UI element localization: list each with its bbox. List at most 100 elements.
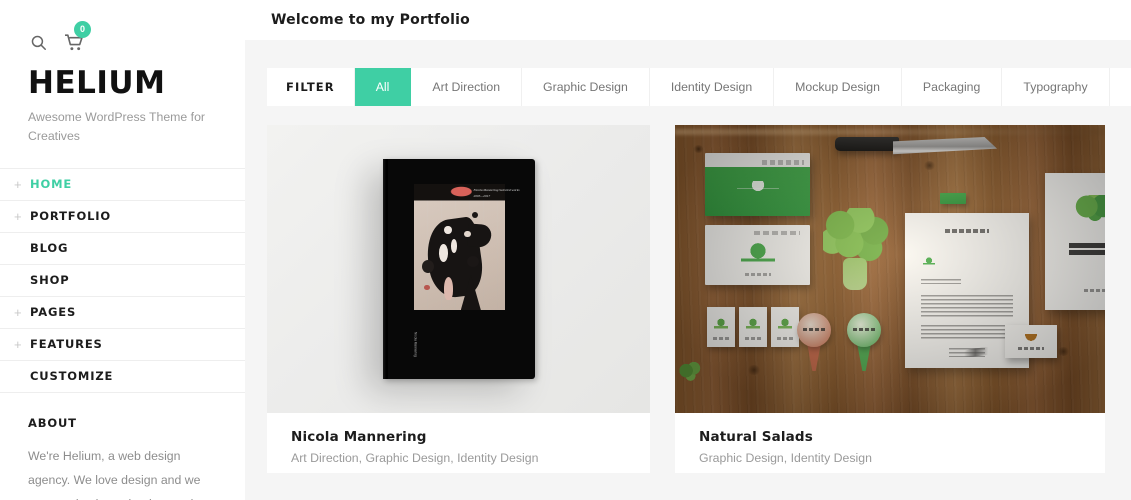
plus-icon: + (14, 306, 30, 319)
envelope-wordmark (745, 273, 771, 276)
wood-knot (1057, 347, 1070, 356)
sidebar-item-portfolio[interactable]: + PORTFOLIO (0, 201, 245, 233)
card-text (745, 337, 761, 340)
search-icon[interactable] (28, 32, 48, 52)
letterhead-signature (961, 346, 998, 358)
app-root: 0 HELIUM Awesome WordPress Theme for Cre… (0, 0, 1131, 500)
filter-tab-art-direction[interactable]: Art Direction (411, 68, 522, 106)
portfolio-card-body: Nicola Mannering Art Direction, Graphic … (267, 413, 650, 465)
filter-tab-mockup-design[interactable]: Mockup Design (774, 68, 902, 106)
tag-label (803, 328, 825, 331)
filter-tab-graphic-design[interactable]: Graphic Design (522, 68, 650, 106)
site-tagline: Awesome WordPress Theme for Creatives (28, 108, 208, 146)
about-body: We're Helium, a web design agency. We lo… (28, 445, 217, 500)
portfolio-title[interactable]: Nicola Mannering (291, 429, 626, 445)
illustration-blob (439, 244, 448, 262)
brand-poster (1045, 173, 1105, 310)
sidebar-item-features[interactable]: + FEATURES (0, 329, 245, 361)
box-top-text (762, 160, 804, 165)
portfolio-card[interactable]: Natural Salads Graphic Design, Identity … (675, 125, 1105, 473)
card-logo (778, 318, 792, 331)
small-product-box (1005, 325, 1057, 358)
sidebar-item-label: BLOG (30, 241, 68, 255)
book-cover-title-text: Nicola Mannering Selected works 2005—201… (474, 187, 526, 200)
main-content: Welcome to my Portfolio FILTER All Art D… (245, 0, 1131, 500)
letterhead-document (905, 213, 1029, 368)
wood-knot (923, 161, 936, 170)
broccoli-stalk (843, 258, 867, 290)
tag-stem (857, 343, 871, 371)
broccoli-sprig (677, 361, 703, 385)
letterhead-logo (923, 257, 935, 267)
business-card (707, 307, 735, 347)
site-logo[interactable]: HELIUM (28, 67, 217, 100)
book-cover-artwork: Nicola Mannering Selected works 2005—201… (267, 125, 650, 413)
box-logo (737, 181, 779, 195)
portfolio-categories: Graphic Design, Identity Design (699, 451, 1081, 465)
sidebar-item-label: PORTFOLIO (30, 209, 111, 223)
wood-knot (693, 145, 704, 153)
illustration-dot (472, 212, 478, 218)
small-box-text (1018, 347, 1044, 350)
poster-broccoli-logo (1072, 195, 1105, 231)
filter-tab-identity-design[interactable]: Identity Design (650, 68, 774, 106)
letterhead-line (921, 279, 961, 284)
sidebar-item-shop[interactable]: + SHOP (0, 265, 245, 297)
book-cover-footer-text: Nicola Mannering (413, 332, 419, 357)
poster-tagline (1084, 289, 1105, 292)
broccoli-crown (823, 208, 889, 265)
portfolio-title[interactable]: Natural Salads (699, 429, 1081, 445)
plus-icon: + (14, 178, 30, 191)
portfolio-filter-bar: FILTER All Art Direction Graphic Design … (267, 68, 1131, 106)
letterhead-wordmark (945, 229, 989, 233)
filter-tab-all[interactable]: All (355, 68, 412, 106)
portfolio-card[interactable]: Nicola Mannering Selected works 2005—201… (267, 125, 650, 473)
knife-blade (893, 137, 997, 157)
envelope (705, 225, 810, 285)
sidebar-item-blog[interactable]: + BLOG (0, 233, 245, 265)
sidebar-item-label: FEATURES (30, 337, 103, 351)
page-title: Welcome to my Portfolio (271, 12, 470, 28)
card-logo (746, 318, 760, 331)
green-label-strip (940, 193, 966, 204)
small-box-logo (1024, 334, 1038, 342)
business-card (771, 307, 799, 347)
about-widget: ABOUT We're Helium, a web design agency.… (0, 393, 245, 500)
round-hang-tag-green (847, 313, 881, 371)
sidebar-item-customize[interactable]: + CUSTOMIZE (0, 361, 245, 393)
portfolio-thumbnail[interactable]: Nicola Mannering Selected works 2005—201… (267, 125, 650, 413)
business-card (739, 307, 767, 347)
plus-icon: + (14, 210, 30, 223)
letterhead-paragraph (921, 295, 1013, 317)
letterhead-paragraph (921, 325, 1013, 340)
sidebar-item-pages[interactable]: + PAGES (0, 297, 245, 329)
portfolio-card-body: Natural Salads Graphic Design, Identity … (675, 413, 1105, 465)
letterhead-footer (949, 348, 985, 357)
tag-circle (847, 313, 881, 347)
card-text (777, 337, 793, 340)
tag-stem (807, 343, 821, 371)
filter-tab-packaging[interactable]: Packaging (902, 68, 1002, 106)
portfolio-categories: Art Direction, Graphic Design, Identity … (291, 451, 626, 465)
envelope-address-text (754, 231, 800, 235)
envelope-logo (741, 243, 775, 269)
tag-label (853, 328, 875, 331)
branding-mockup-artwork (675, 125, 1105, 413)
book-cover-illustration (414, 184, 505, 310)
sidebar-item-label: CUSTOMIZE (30, 369, 113, 383)
sidebar-utility-icons: 0 (28, 28, 217, 56)
cart-count-badge: 0 (74, 21, 91, 38)
broccoli (823, 208, 889, 290)
sidebar-nav: + HOME + PORTFOLIO + BLOG + SHOP + PAGES… (0, 168, 245, 393)
portfolio-grid: Nicola Mannering Selected works 2005—201… (267, 125, 1131, 473)
sidebar-item-home[interactable]: + HOME (0, 169, 245, 201)
round-hang-tag-red (797, 313, 831, 371)
sidebar-brand-block: 0 HELIUM Awesome WordPress Theme for Cre… (0, 0, 245, 146)
filter-tab-typography[interactable]: Typography (1002, 68, 1109, 106)
poster-wordmark (1069, 243, 1105, 257)
tag-circle (797, 313, 831, 347)
portfolio-thumbnail[interactable] (675, 125, 1105, 413)
card-logo (714, 318, 728, 331)
cart-icon[interactable]: 0 (64, 32, 84, 52)
about-title: ABOUT (28, 416, 217, 430)
